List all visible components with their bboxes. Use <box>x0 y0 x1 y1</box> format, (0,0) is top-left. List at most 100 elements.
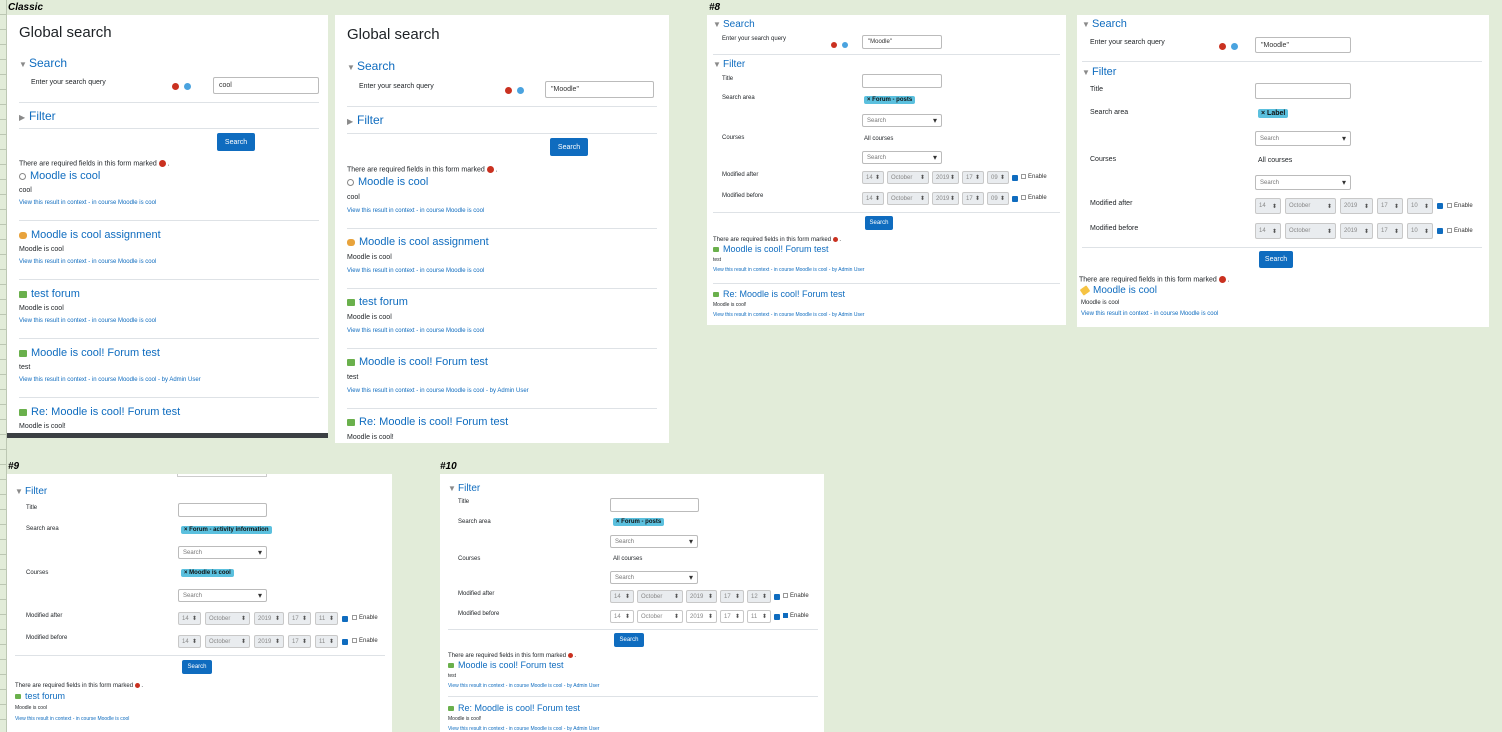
hour-select[interactable]: 17 <box>1377 223 1403 239</box>
search-area-tag[interactable]: Forum - posts <box>864 96 916 104</box>
year-select[interactable]: 2019 <box>254 612 284 625</box>
hour-select[interactable]: 17 <box>962 171 984 184</box>
search-query-input[interactable]: "Moodle" <box>545 81 654 98</box>
hour-select[interactable]: 17 <box>720 590 744 603</box>
help-icon[interactable] <box>184 83 191 91</box>
enable-checkbox[interactable]: Enable <box>1447 227 1473 234</box>
minute-select[interactable]: 11 <box>315 635 338 648</box>
result-context-link[interactable]: View this result in context - in course … <box>713 267 864 273</box>
minute-select[interactable]: 12 <box>747 590 771 603</box>
filter-section-header[interactable]: ▼ Filter <box>448 483 480 494</box>
result-title[interactable]: Moodle is cool <box>1079 285 1218 296</box>
result-title[interactable]: Moodle is cool assignment <box>347 236 489 248</box>
enable-checkbox[interactable]: Enable <box>1021 174 1047 181</box>
result-context-link[interactable]: View this result in context - in course … <box>19 377 201 383</box>
result-title[interactable]: Moodle is cool! Forum test <box>19 347 201 359</box>
hour-select[interactable]: 17 <box>288 612 311 625</box>
courses-select[interactable]: Search <box>862 151 942 164</box>
enable-checkbox[interactable]: Enable <box>1021 195 1047 202</box>
result-title[interactable]: test forum <box>347 296 484 308</box>
help-icon[interactable] <box>842 41 848 48</box>
result-context-link[interactable]: View this result in context - in course … <box>713 312 864 318</box>
courses-select[interactable]: Search <box>178 589 267 602</box>
title-input[interactable] <box>862 74 942 88</box>
calendar-icon[interactable] <box>774 613 780 620</box>
day-select[interactable]: 14 <box>862 171 884 184</box>
result-title[interactable]: Moodle is cool <box>347 176 484 188</box>
result-title[interactable]: Re: Moodle is cool! Forum test <box>713 289 864 299</box>
day-select[interactable]: 14 <box>862 192 884 205</box>
minute-select[interactable]: 11 <box>747 610 771 623</box>
year-select[interactable]: 2019 <box>686 610 717 623</box>
search-button[interactable]: Search <box>217 133 255 151</box>
search-area-select[interactable]: Search <box>862 114 942 127</box>
result-context-link[interactable]: View this result in context - in course … <box>448 683 599 689</box>
day-select[interactable]: 14 <box>178 612 201 625</box>
month-select[interactable]: October <box>887 192 929 205</box>
calendar-icon[interactable] <box>774 593 780 600</box>
search-area-tag[interactable]: Label <box>1258 109 1289 118</box>
search-area-select[interactable]: Search <box>1255 131 1351 146</box>
calendar-icon[interactable] <box>1012 195 1018 202</box>
search-section-header[interactable]: ▼ Search <box>347 59 395 73</box>
title-input[interactable] <box>1255 83 1351 99</box>
search-query-input[interactable]: cool <box>213 77 319 94</box>
result-title[interactable]: Re: Moodle is cool! Forum test <box>347 416 508 428</box>
hour-select[interactable]: 17 <box>962 192 984 205</box>
search-area-tag[interactable]: Forum - posts <box>613 518 665 526</box>
day-select[interactable]: 14 <box>178 635 201 648</box>
result-context-link[interactable]: View this result in context - in course … <box>19 200 156 206</box>
year-select[interactable]: 2019 <box>932 171 959 184</box>
search-button[interactable]: Search <box>1259 251 1293 268</box>
day-select[interactable]: 14 <box>610 610 634 623</box>
month-select[interactable]: October <box>887 171 929 184</box>
search-button[interactable]: Search <box>550 138 588 156</box>
year-select[interactable]: 2019 <box>932 192 959 205</box>
filter-section-header[interactable]: ▶ Filter <box>19 109 56 123</box>
month-select[interactable]: October <box>205 635 250 648</box>
minute-select[interactable]: 09 <box>987 192 1009 205</box>
month-select[interactable]: October <box>1285 223 1336 239</box>
year-select[interactable]: 2019 <box>1340 198 1373 214</box>
result-context-link[interactable]: View this result in context - in course … <box>15 716 129 722</box>
result-title[interactable]: test forum <box>19 288 156 300</box>
result-context-link[interactable]: View this result in context - in course … <box>19 259 161 265</box>
search-query-input[interactable]: "Moodle" <box>862 35 942 49</box>
help-icon[interactable] <box>1231 43 1238 51</box>
enable-checkbox[interactable]: Enable <box>352 638 378 645</box>
result-context-link[interactable]: View this result in context - in course … <box>347 328 484 334</box>
minute-select[interactable]: 09 <box>987 171 1009 184</box>
year-select[interactable]: 2019 <box>1340 223 1373 239</box>
day-select[interactable]: 14 <box>1255 223 1281 239</box>
filter-section-header[interactable]: ▼ Filter <box>1082 66 1116 78</box>
search-query-input[interactable]: "Moodle" <box>1255 37 1351 53</box>
day-select[interactable]: 14 <box>1255 198 1281 214</box>
calendar-icon[interactable] <box>1437 228 1443 234</box>
hour-select[interactable]: 17 <box>1377 198 1403 214</box>
search-area-tag[interactable]: Forum - activity information <box>181 526 272 534</box>
search-button[interactable]: Search <box>614 633 644 647</box>
result-title[interactable]: Moodle is cool <box>19 170 156 182</box>
course-tag[interactable]: Moodle is cool <box>181 569 234 577</box>
month-select[interactable]: October <box>205 612 250 625</box>
result-title[interactable]: Moodle is cool assignment <box>19 229 161 241</box>
search-button[interactable]: Search <box>865 216 893 230</box>
search-area-select[interactable]: Search <box>178 546 267 559</box>
result-title[interactable]: Moodle is cool! Forum test <box>347 356 529 368</box>
result-title[interactable]: Re: Moodle is cool! Forum test <box>448 703 599 713</box>
search-button[interactable]: Search <box>182 660 212 674</box>
calendar-icon[interactable] <box>342 638 348 645</box>
calendar-icon[interactable] <box>1012 174 1018 181</box>
result-context-link[interactable]: View this result in context - in course … <box>1081 311 1218 317</box>
title-input[interactable] <box>610 498 699 512</box>
filter-section-header[interactable]: ▼ Filter <box>15 486 47 497</box>
result-context-link[interactable]: View this result in context - in course … <box>347 268 489 274</box>
result-context-link[interactable]: View this result in context - in course … <box>19 318 156 324</box>
result-context-link[interactable]: View this result in context - in course … <box>448 726 599 732</box>
year-select[interactable]: 2019 <box>254 635 284 648</box>
enable-checkbox[interactable]: Enable <box>352 615 378 622</box>
search-section-header[interactable]: ▼ Search <box>1082 18 1127 30</box>
filter-section-header[interactable]: ▼ Filter <box>713 59 745 70</box>
result-title[interactable]: Re: Moodle is cool! Forum test <box>19 406 180 418</box>
minute-select[interactable]: 10 <box>1407 198 1433 214</box>
